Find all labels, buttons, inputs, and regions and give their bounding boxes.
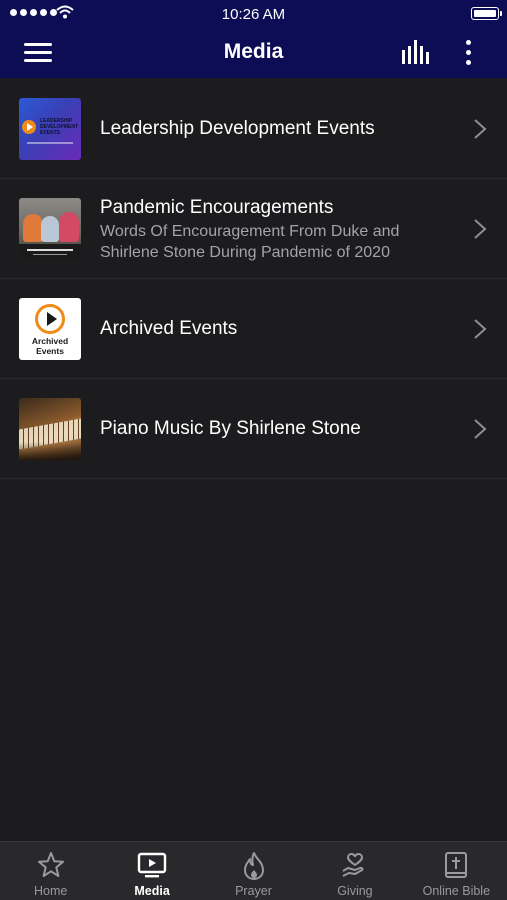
- menu-icon: [24, 43, 52, 46]
- tab-giving[interactable]: Giving: [304, 842, 405, 900]
- tab-label: Giving: [337, 884, 373, 898]
- item-title: Archived Events: [100, 318, 238, 339]
- chevron-right-icon: [474, 319, 487, 339]
- item-title: Pandemic Encouragements: [100, 196, 334, 218]
- tab-label: Online Bible: [422, 884, 491, 898]
- pandemic-encouragements-thumbnail: [19, 198, 81, 260]
- item-title: Leadership Development Events: [100, 118, 375, 139]
- play-icon: [22, 120, 36, 134]
- list-item-pandemic-encouragements[interactable]: Pandemic Encouragements Words Of Encoura…: [0, 179, 507, 279]
- play-icon: [35, 304, 65, 334]
- tab-label: Home: [34, 884, 68, 898]
- app: 10:26 AM Media LEADERSHIP DEVELOPMENT EV…: [0, 0, 507, 900]
- tab-label: Media: [134, 884, 170, 898]
- thumbnail-caption: LEADERSHIP DEVELOPMENT EVENTS: [40, 118, 79, 136]
- audio-bars-button[interactable]: [398, 38, 432, 66]
- tab-label: Prayer: [235, 884, 272, 898]
- tab-prayer[interactable]: Prayer: [203, 842, 304, 900]
- app-header: Media: [0, 28, 507, 78]
- thumbnail-caption: Archived Events: [31, 336, 69, 356]
- media-list: LEADERSHIP DEVELOPMENT EVENTS Leadership…: [0, 79, 507, 479]
- chevron-right-icon: [474, 119, 487, 139]
- star-icon: [37, 852, 64, 877]
- archived-events-thumbnail: Archived Events: [19, 298, 81, 360]
- bible-icon: [445, 852, 468, 878]
- list-item-piano-music[interactable]: Piano Music By Shirlene Stone: [0, 379, 507, 479]
- flame-icon: [243, 852, 264, 880]
- hand-heart-icon: [342, 853, 364, 877]
- hamburger-menu-button[interactable]: [24, 40, 54, 66]
- more-options-button[interactable]: [456, 38, 480, 68]
- status-bar: 10:26 AM: [0, 0, 507, 28]
- item-subtitle: Words Of Encouragement From Duke and Shi…: [100, 222, 400, 261]
- piano-music-thumbnail: [19, 398, 81, 460]
- tab-online-bible[interactable]: Online Bible: [406, 842, 507, 900]
- list-item-leadership-development-events[interactable]: LEADERSHIP DEVELOPMENT EVENTS Leadership…: [0, 79, 507, 179]
- bottom-tab-bar: Home Media Prayer Giving Online Bible: [0, 841, 507, 900]
- item-title: Piano Music By Shirlene Stone: [100, 418, 361, 439]
- tab-media[interactable]: Media: [101, 842, 202, 900]
- list-item-archived-events[interactable]: Archived Events Archived Events: [0, 279, 507, 379]
- status-time: 10:26 AM: [221, 6, 286, 23]
- vertical-dots-icon: [465, 40, 471, 45]
- tv-play-icon: [137, 852, 167, 878]
- chevron-right-icon: [474, 219, 487, 239]
- leadership-events-thumbnail: LEADERSHIP DEVELOPMENT EVENTS: [19, 98, 81, 160]
- chevron-right-icon: [474, 419, 487, 439]
- battery-icon: [471, 7, 502, 20]
- tab-home[interactable]: Home: [0, 842, 101, 900]
